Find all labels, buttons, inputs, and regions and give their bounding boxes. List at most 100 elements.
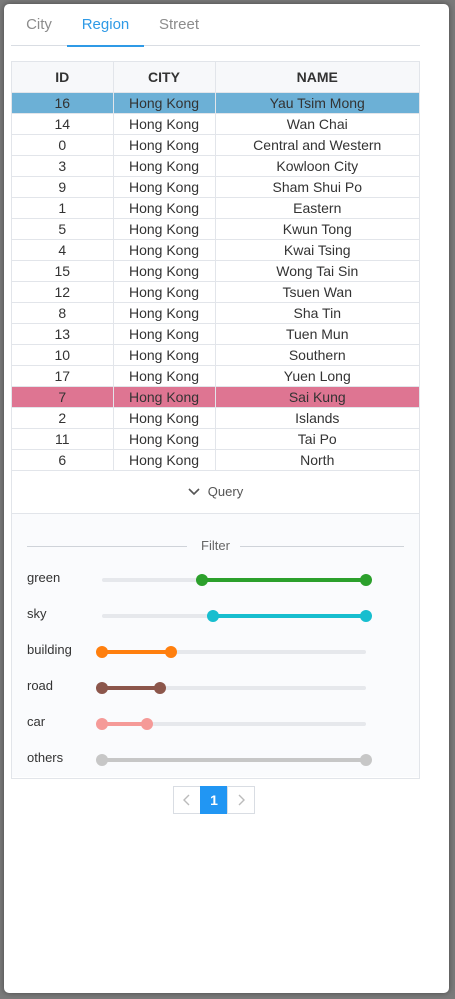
table-row[interactable]: 4 Hong Kong Kwai Tsing	[12, 239, 419, 261]
table-row[interactable]: 14 Hong Kong Wan Chai	[12, 113, 419, 135]
cell-name: Sha Tin	[215, 302, 419, 324]
cell-name: Kwai Tsing	[215, 239, 419, 261]
divider-line-right	[240, 545, 404, 547]
table-row[interactable]: 1 Hong Kong Eastern	[12, 197, 419, 219]
region-panel: ID CITY NAME 16 Hong Kong Yau Tsim Mong 14 H…	[11, 61, 420, 779]
cell-city: Hong Kong	[113, 281, 216, 303]
slider-track-green[interactable]	[102, 573, 372, 586]
table-row[interactable]: 11 Hong Kong Tai Po	[12, 428, 419, 450]
column-header-city[interactable]: CITY	[113, 62, 216, 93]
cell-city: Hong Kong	[113, 155, 216, 177]
cell-name: Yuen Long	[215, 365, 419, 387]
prev-page-button[interactable]	[173, 786, 201, 814]
table-header-row: ID CITY NAME	[12, 62, 419, 93]
cell-name: Eastern	[215, 197, 419, 219]
table-row[interactable]: 15 Hong Kong Wong Tai Sin	[12, 260, 419, 282]
chevron-down-icon	[188, 487, 200, 495]
column-header-id[interactable]: ID	[12, 62, 114, 93]
table-row[interactable]: 8 Hong Kong Sha Tin	[12, 302, 419, 324]
slider-label-others: others	[27, 749, 64, 765]
cell-city: Hong Kong	[113, 344, 216, 366]
table-row[interactable]: 2 Hong Kong Islands	[12, 407, 419, 429]
cell-city: Hong Kong	[113, 302, 216, 324]
cell-city: Hong Kong	[113, 407, 216, 429]
slider-label-car: car	[27, 713, 46, 729]
slider-label-building: building	[27, 641, 72, 657]
slider-label-road: road	[27, 677, 54, 693]
cell-name: Yau Tsim Mong	[215, 92, 419, 114]
query-label: Query	[207, 484, 244, 499]
table-row[interactable]: 5 Hong Kong Kwun Tong	[12, 218, 419, 240]
cell-city: Hong Kong	[113, 449, 216, 471]
slider-handle-max[interactable]	[154, 681, 167, 694]
cell-name: Wan Chai	[215, 113, 419, 135]
slider-track-building[interactable]	[96, 645, 366, 658]
slider-handle-max[interactable]	[140, 717, 153, 730]
tab-city[interactable]: City	[11, 4, 67, 46]
cell-id: 1	[12, 197, 114, 219]
slider-handle-max[interactable]	[164, 645, 177, 658]
cell-id: 9	[12, 176, 114, 198]
slider-handle-min[interactable]	[96, 717, 108, 730]
tab-bar: City Region Street	[11, 4, 420, 47]
cell-id: 8	[12, 302, 114, 324]
cell-id: 14	[12, 113, 114, 135]
table-row[interactable]: 16 Hong Kong Yau Tsim Mong	[12, 92, 419, 114]
slider-track-others[interactable]	[96, 753, 372, 766]
cell-name: Central and Western	[215, 134, 419, 156]
table-row[interactable]: 17 Hong Kong Yuen Long	[12, 365, 419, 387]
cell-city: Hong Kong	[113, 113, 216, 135]
slider-handle-max[interactable]	[360, 753, 372, 766]
cell-id: 16	[12, 92, 114, 114]
slider-handle-min[interactable]	[96, 645, 108, 658]
slider-fill-sky	[212, 613, 366, 618]
slider-handle-max[interactable]	[360, 573, 372, 586]
query-toggle[interactable]: Query	[12, 471, 419, 514]
cell-id: 10	[12, 344, 114, 366]
slider-track-car[interactable]	[96, 717, 366, 730]
cell-city: Hong Kong	[113, 428, 216, 450]
cell-id: 15	[12, 260, 114, 282]
slider-track-road[interactable]	[96, 681, 366, 694]
tab-region[interactable]: Region	[67, 4, 144, 47]
cell-name: Tai Po	[215, 428, 419, 450]
cell-id: 5	[12, 218, 114, 240]
tab-street[interactable]: Street	[144, 4, 214, 46]
table-row[interactable]: 7 Hong Kong Sai Kung	[12, 386, 419, 408]
table-row[interactable]: 9 Hong Kong Sham Shui Po	[12, 176, 419, 198]
cell-id: 4	[12, 239, 114, 261]
pagination: 1	[173, 786, 255, 814]
slider-track-sky[interactable]	[102, 609, 372, 622]
column-header-name[interactable]: NAME	[215, 62, 419, 93]
cell-id: 17	[12, 365, 114, 387]
cell-name: Kwun Tong	[215, 218, 419, 240]
cell-id: 0	[12, 134, 114, 156]
table-row[interactable]: 6 Hong Kong North	[12, 449, 419, 471]
cell-name: Southern	[215, 344, 419, 366]
cell-city: Hong Kong	[113, 260, 216, 282]
filter-section: Filter green sky building road car others	[12, 513, 419, 777]
cell-id: 3	[12, 155, 114, 177]
slider-handle-min[interactable]	[96, 753, 108, 766]
cell-city: Hong Kong	[113, 386, 216, 408]
slider-handle-min[interactable]	[96, 681, 108, 694]
table-body: 16 Hong Kong Yau Tsim Mong 14 Hong Kong Wan C…	[12, 92, 419, 471]
slider-handle-min[interactable]	[196, 573, 209, 586]
cell-id: 2	[12, 407, 114, 429]
table-row[interactable]: 0 Hong Kong Central and Western	[12, 134, 419, 156]
next-page-button[interactable]	[227, 786, 255, 814]
cell-id: 7	[12, 386, 114, 408]
cell-name: Kowloon City	[215, 155, 419, 177]
slider-fill-building	[102, 649, 171, 654]
table-row[interactable]: 3 Hong Kong Kowloon City	[12, 155, 419, 177]
table-row[interactable]: 13 Hong Kong Tuen Mun	[12, 323, 419, 345]
table-row[interactable]: 12 Hong Kong Tsuen Wan	[12, 281, 419, 303]
cell-city: Hong Kong	[113, 197, 216, 219]
cell-city: Hong Kong	[113, 365, 216, 387]
chevron-right-icon	[238, 794, 245, 806]
table-row[interactable]: 10 Hong Kong Southern	[12, 344, 419, 366]
slider-handle-min[interactable]	[206, 609, 219, 622]
slider-handle-max[interactable]	[360, 609, 372, 622]
slider-fill-road	[102, 685, 161, 690]
page-1-button[interactable]: 1	[200, 786, 228, 814]
